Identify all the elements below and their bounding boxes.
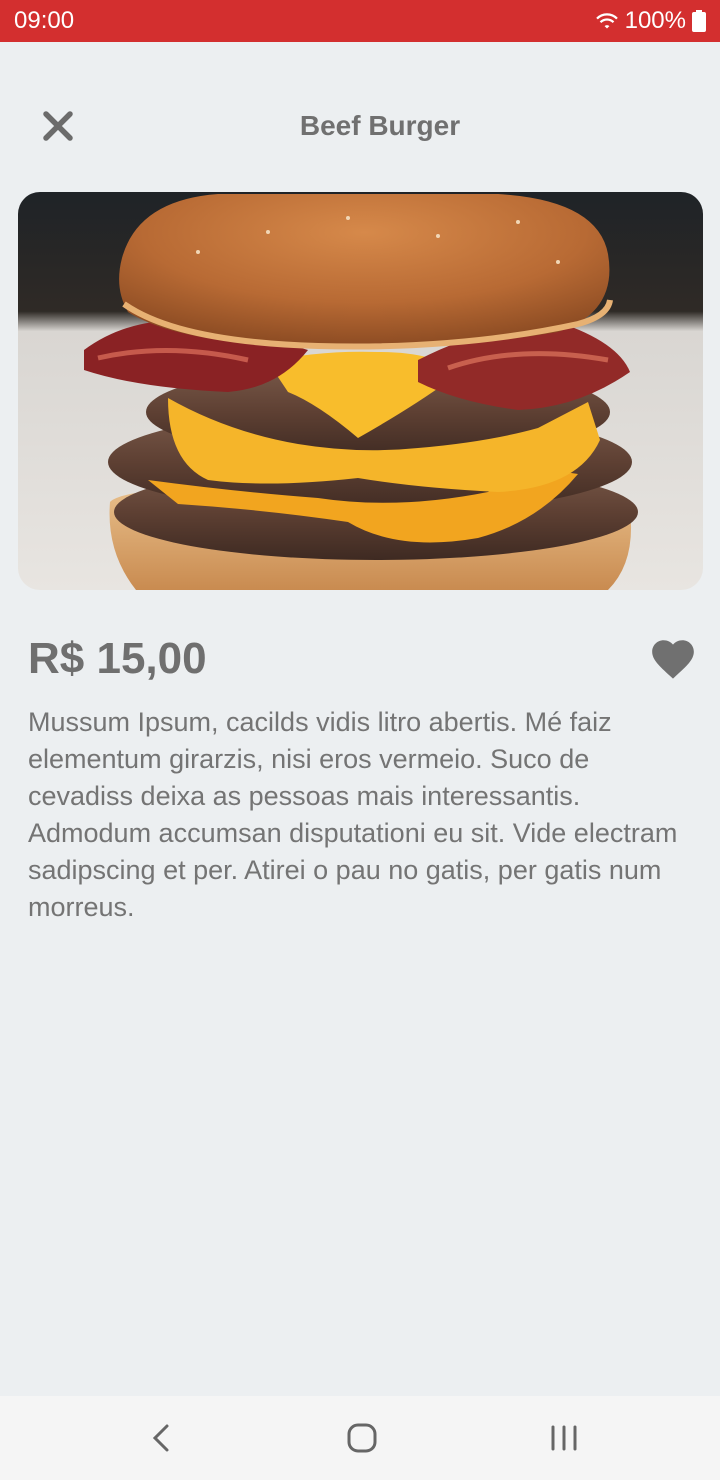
page-title: Beef Burger (299, 110, 461, 141)
home-icon (347, 1423, 377, 1453)
header: Beef Burger (0, 84, 720, 168)
back-icon (152, 1424, 169, 1452)
home-button[interactable] (340, 1416, 384, 1460)
navigation-bar (0, 1396, 720, 1480)
favorite-button[interactable] (648, 634, 698, 684)
battery-percent: 100% (624, 7, 686, 34)
product-image (18, 192, 703, 590)
wifi-icon (595, 13, 618, 29)
recents-icon (551, 1425, 577, 1451)
product-price: R$ 15,00 (28, 634, 207, 683)
product-description: Mussum Ipsum, cacilds vidis litro aberti… (28, 707, 678, 922)
battery-icon (692, 10, 706, 32)
status-indicators: 100% (595, 7, 706, 35)
status-bar: 09:00 100% (0, 0, 720, 42)
close-button[interactable] (36, 104, 80, 148)
back-button[interactable] (140, 1416, 184, 1460)
recents-button[interactable] (542, 1416, 586, 1460)
heart-icon (652, 640, 694, 679)
burger-photo (18, 192, 703, 590)
close-icon (43, 111, 73, 141)
status-time: 09:00 (14, 7, 75, 34)
